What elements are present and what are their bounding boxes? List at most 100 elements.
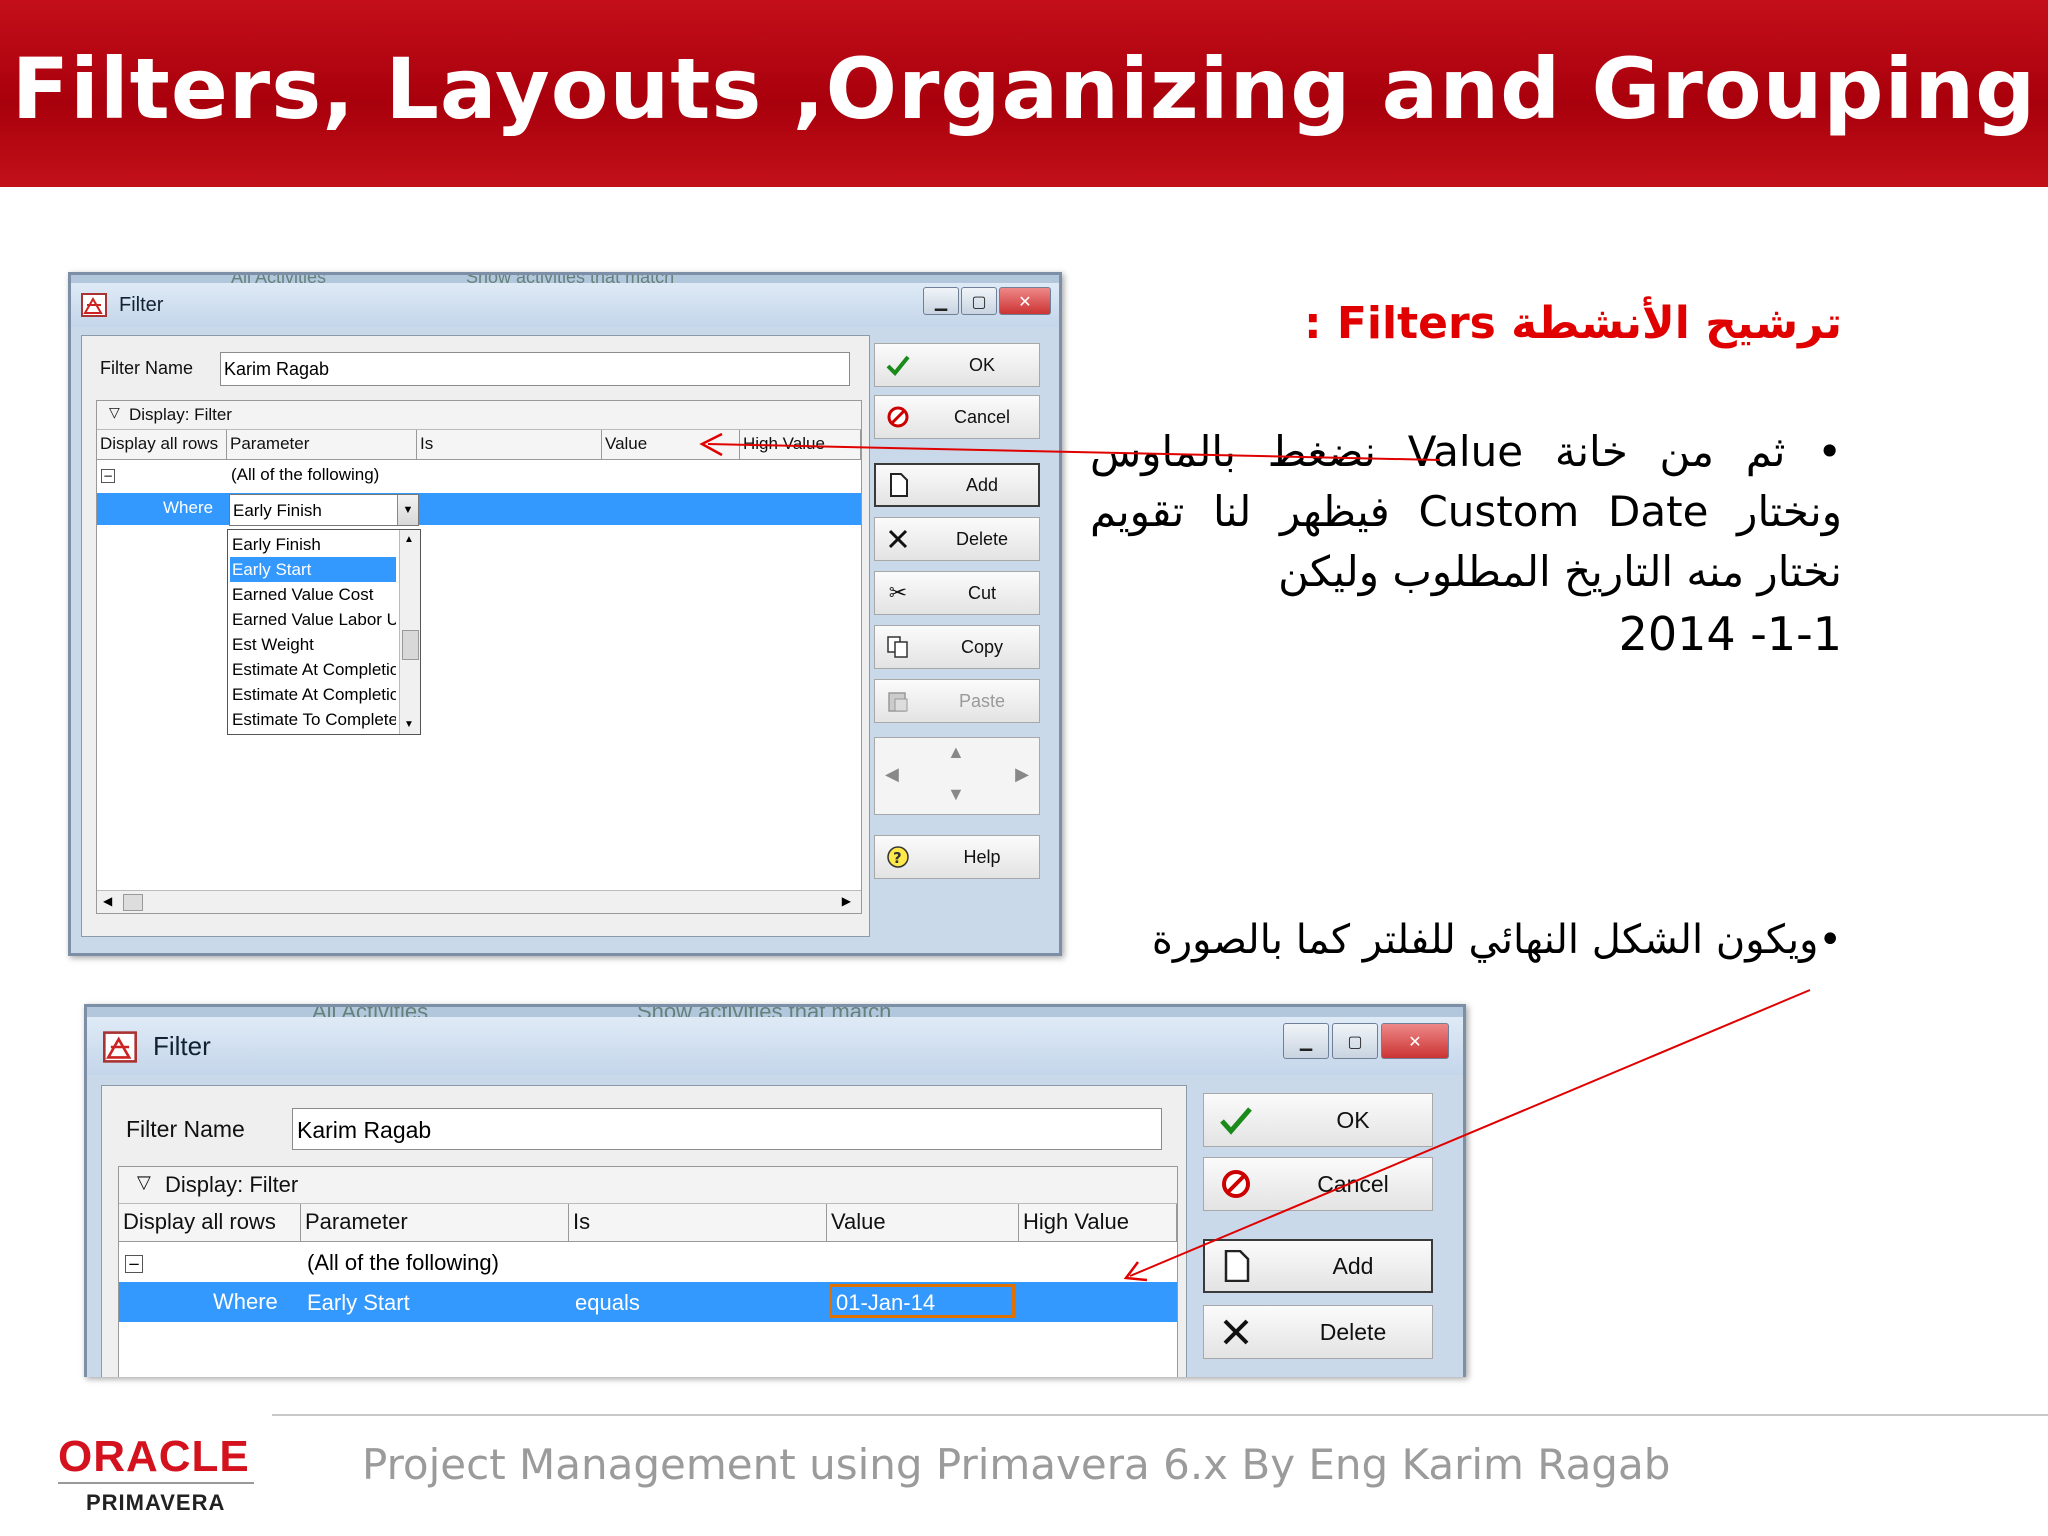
value-cell-text: 01-Jan-14 xyxy=(836,1290,936,1315)
where-row[interactable]: Where Early Start equals 01-Jan-14 xyxy=(119,1282,1177,1322)
dialog-client: Filter Name Karim Ragab ▽ Display: Filte… xyxy=(101,1085,1187,1377)
value-cell[interactable]: 01-Jan-14 xyxy=(829,1284,1015,1318)
collapse-icon[interactable]: − xyxy=(101,469,115,483)
new-document-icon xyxy=(884,465,914,505)
col-value[interactable]: Value xyxy=(827,1204,1019,1242)
scroll-down-icon[interactable]: ▼ xyxy=(404,719,414,730)
scroll-thumb[interactable] xyxy=(402,630,419,660)
cut-button[interactable]: ✂ Cut xyxy=(874,571,1040,615)
filter-dialog-top: All Activities Show activities that matc… xyxy=(68,272,1062,956)
new-document-icon xyxy=(1217,1241,1257,1291)
where-label: Where xyxy=(213,1289,278,1314)
delete-x-icon xyxy=(883,518,913,560)
delete-button[interactable]: Delete xyxy=(1203,1305,1433,1359)
dropdown-option[interactable]: Estimate At Completion xyxy=(230,657,396,682)
filter-dialog-bottom: All Activities Show activities that matc… xyxy=(84,1004,1466,1377)
chevron-down-icon[interactable]: ▽ xyxy=(137,1172,151,1193)
title-bar[interactable]: Filter ▁ ▢ ✕ xyxy=(71,283,1059,327)
footer-text: Project Management using Primavera 6.x B… xyxy=(362,1440,1671,1489)
dropdown-option-selected[interactable]: Early Start xyxy=(230,557,396,582)
delete-button[interactable]: Delete xyxy=(874,517,1040,561)
filter-name-input[interactable]: Karim Ragab xyxy=(292,1108,1162,1150)
group-row[interactable]: − (All of the following) xyxy=(97,461,861,491)
close-button[interactable]: ✕ xyxy=(999,287,1051,315)
help-label: Help xyxy=(963,846,1001,867)
bullet-one-line-4: 2014 -1-1 xyxy=(1618,607,1842,661)
ok-button[interactable]: OK xyxy=(1203,1093,1433,1147)
paste-button[interactable]: Paste xyxy=(874,679,1040,723)
col-parameter[interactable]: Parameter xyxy=(227,430,417,460)
cancel-button[interactable]: Cancel xyxy=(874,395,1040,439)
delete-x-icon xyxy=(1216,1306,1256,1358)
scroll-right-icon[interactable]: ▶ xyxy=(842,894,851,908)
grid-display-caption[interactable]: ▽ Display: Filter xyxy=(97,401,861,430)
paste-icon xyxy=(883,680,913,722)
check-icon xyxy=(1216,1094,1256,1146)
primavera-logo: PRIMAVERA xyxy=(86,1490,226,1515)
cancel-button[interactable]: Cancel xyxy=(1203,1157,1433,1211)
col-value[interactable]: Value xyxy=(602,430,740,460)
ok-label: OK xyxy=(968,354,995,375)
paste-label: Paste xyxy=(958,690,1006,711)
chevron-down-icon[interactable]: ▽ xyxy=(109,404,120,421)
combo-value: Early Finish xyxy=(233,501,322,520)
filter-app-icon xyxy=(103,1031,137,1067)
h-scroll-thumb[interactable] xyxy=(123,894,143,911)
col-parameter[interactable]: Parameter xyxy=(301,1204,569,1242)
move-down-icon[interactable]: ▼ xyxy=(947,784,965,805)
minimize-button[interactable]: ▁ xyxy=(923,287,959,315)
is-cell[interactable]: equals xyxy=(575,1290,640,1316)
col-is[interactable]: Is xyxy=(569,1204,827,1242)
dropdown-option[interactable]: Early Finish xyxy=(230,532,396,557)
parameter-dropdown-list[interactable]: Early Finish Early Start Earned Value Co… xyxy=(227,529,421,735)
dropdown-option[interactable]: Earned Value Cost xyxy=(230,582,396,607)
add-button[interactable]: Add xyxy=(874,463,1040,507)
check-icon xyxy=(883,344,913,386)
maximize-button[interactable]: ▢ xyxy=(1332,1023,1378,1059)
scroll-up-icon[interactable]: ▲ xyxy=(404,534,414,545)
svg-text:?: ? xyxy=(893,849,902,867)
dropdown-scrollbar[interactable]: ▲ ▼ xyxy=(399,530,420,734)
bullet-one-line-3: نختار منه التاريخ المطلوب وليكن xyxy=(1278,547,1842,596)
collapse-icon[interactable]: − xyxy=(125,1255,143,1273)
dropdown-option[interactable]: Estimate To Complete xyxy=(230,707,396,732)
dialog-client: Filter Name Karim Ragab ▽ Display: Filte… xyxy=(81,335,870,937)
parameter-combo[interactable]: Early Finish ▼ xyxy=(229,494,419,526)
logo-divider xyxy=(58,1482,254,1484)
group-row[interactable]: − (All of the following) xyxy=(119,1244,1177,1282)
bullet-two: •ويكون الشكل النهائي للفلتر كما بالصورة xyxy=(1151,917,1842,963)
move-right-icon[interactable]: ▶ xyxy=(1015,764,1029,785)
window-title: Filter xyxy=(153,1031,211,1061)
ok-button[interactable]: OK xyxy=(874,343,1040,387)
minimize-button[interactable]: ▁ xyxy=(1283,1023,1329,1059)
dropdown-option[interactable]: Est Weight xyxy=(230,632,396,657)
col-high-value[interactable]: High Value xyxy=(1019,1204,1177,1242)
col-high-value[interactable]: High Value xyxy=(740,430,861,460)
add-button[interactable]: Add xyxy=(1203,1239,1433,1293)
parameter-cell[interactable]: Early Start xyxy=(307,1290,410,1316)
move-up-icon[interactable]: ▲ xyxy=(947,742,965,763)
filter-app-icon xyxy=(81,293,107,321)
col-display-all-rows[interactable]: Display all rows xyxy=(119,1204,301,1242)
section-heading: ترشيح الأنشطة Filters : xyxy=(1303,298,1842,349)
horizontal-scrollbar[interactable]: ◀ ▶ xyxy=(97,890,861,913)
maximize-button[interactable]: ▢ xyxy=(961,287,997,315)
grid-display-caption[interactable]: ▽ Display: Filter xyxy=(119,1167,1177,1204)
filter-name-input[interactable]: Karim Ragab xyxy=(220,352,850,386)
dropdown-option[interactable]: Earned Value Labor U xyxy=(230,607,396,632)
close-button[interactable]: ✕ xyxy=(1381,1023,1449,1059)
help-button[interactable]: ? Help xyxy=(874,835,1040,879)
oracle-logo: ORACLE xyxy=(58,1432,250,1481)
col-is[interactable]: Is xyxy=(417,430,602,460)
copy-button[interactable]: Copy xyxy=(874,625,1040,669)
dropdown-arrow-icon[interactable]: ▼ xyxy=(397,495,418,525)
dropdown-option[interactable]: Estimate At Completion xyxy=(230,682,396,707)
cut-label: Cut xyxy=(967,582,996,603)
col-display-all-rows[interactable]: Display all rows xyxy=(97,430,227,460)
title-bar[interactable]: Filter ▁ ▢ ✕ xyxy=(87,1017,1463,1075)
move-left-icon[interactable]: ◀ xyxy=(885,764,899,785)
where-row[interactable]: Where xyxy=(97,493,861,525)
filter-grid: ▽ Display: Filter Display all rows Param… xyxy=(96,400,862,914)
scroll-left-icon[interactable]: ◀ xyxy=(103,894,112,908)
ok-label: OK xyxy=(1336,1106,1370,1133)
